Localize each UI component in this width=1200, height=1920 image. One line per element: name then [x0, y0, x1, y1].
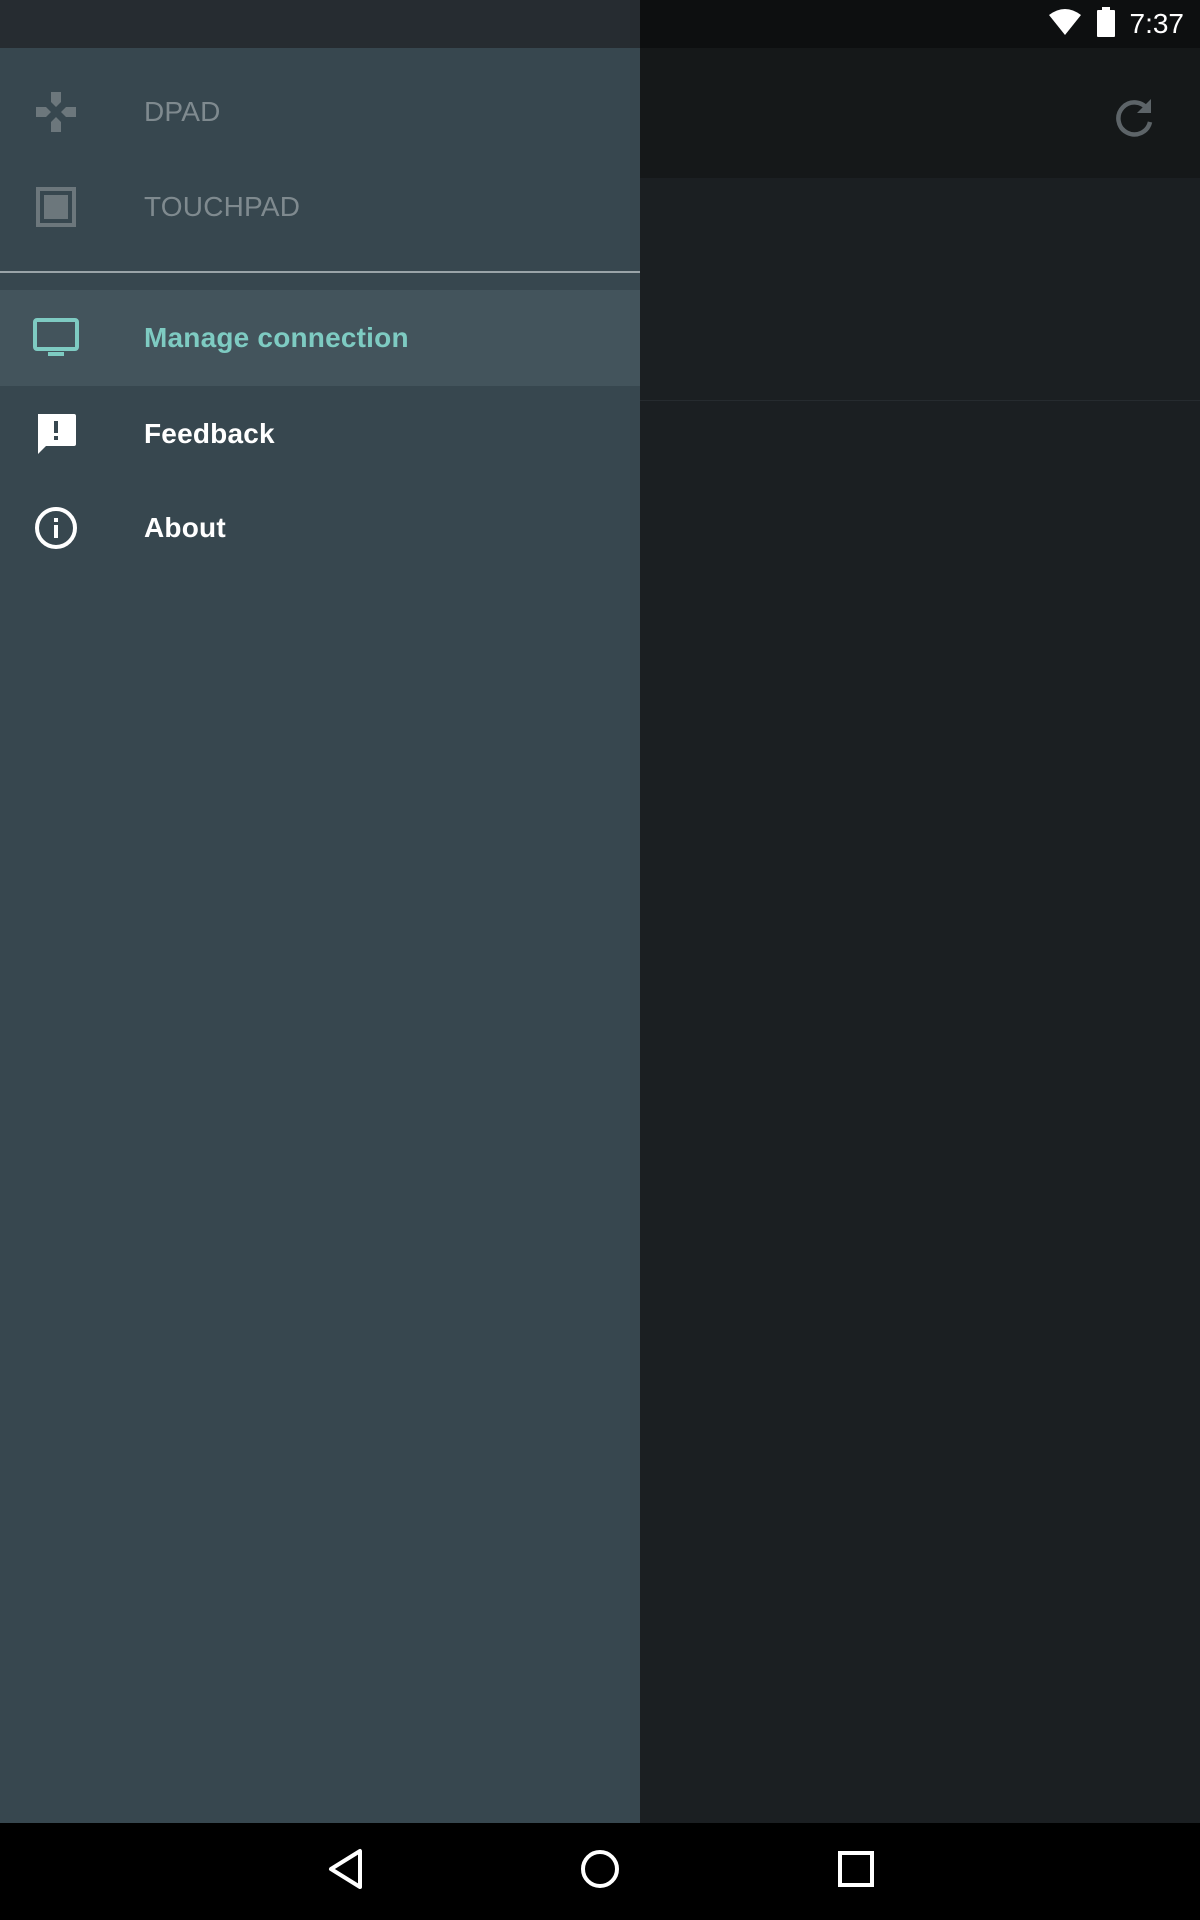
battery-icon — [1096, 6, 1116, 42]
recents-icon — [836, 1849, 876, 1894]
drawer-item-label: TOUCHPAD — [144, 191, 301, 222]
refresh-button[interactable] — [1104, 90, 1164, 150]
refresh-icon — [1112, 96, 1156, 145]
navigation-drawer: DPAD TOUCHPAD Manage connection Feedback… — [0, 48, 640, 1823]
drawer-item-about[interactable]: About — [0, 480, 640, 576]
drawer-item-label: Manage connection — [144, 322, 409, 353]
status-icons: 7:37 — [1048, 0, 1185, 48]
drawer-item-label: Feedback — [144, 418, 275, 449]
feedback-icon — [32, 410, 80, 458]
back-icon — [326, 1847, 366, 1896]
home-icon — [578, 1847, 622, 1896]
status-bar-drawer-overlay — [0, 0, 640, 48]
status-time: 7:37 — [1129, 8, 1185, 39]
touchpad-icon — [32, 183, 80, 231]
gamepad-icon — [32, 88, 80, 136]
drawer-item-feedback[interactable]: Feedback — [0, 386, 640, 482]
drawer-item-label: About — [144, 512, 226, 543]
home-button[interactable] — [570, 1841, 630, 1901]
drawer-item-dpad[interactable]: DPAD — [0, 64, 640, 160]
navigation-bar — [0, 1823, 1200, 1920]
drawer-item-touchpad[interactable]: TOUCHPAD — [0, 159, 640, 255]
drawer-item-manage-connection[interactable]: Manage connection — [0, 290, 640, 386]
wifi-icon — [1048, 8, 1082, 41]
info-icon — [32, 504, 80, 552]
status-bar: 7:37 — [0, 0, 1200, 48]
back-button[interactable] — [316, 1841, 376, 1901]
drawer-divider — [0, 271, 640, 273]
drawer-item-label: DPAD — [144, 96, 221, 127]
recents-button[interactable] — [826, 1841, 886, 1901]
tv-icon — [32, 314, 80, 362]
